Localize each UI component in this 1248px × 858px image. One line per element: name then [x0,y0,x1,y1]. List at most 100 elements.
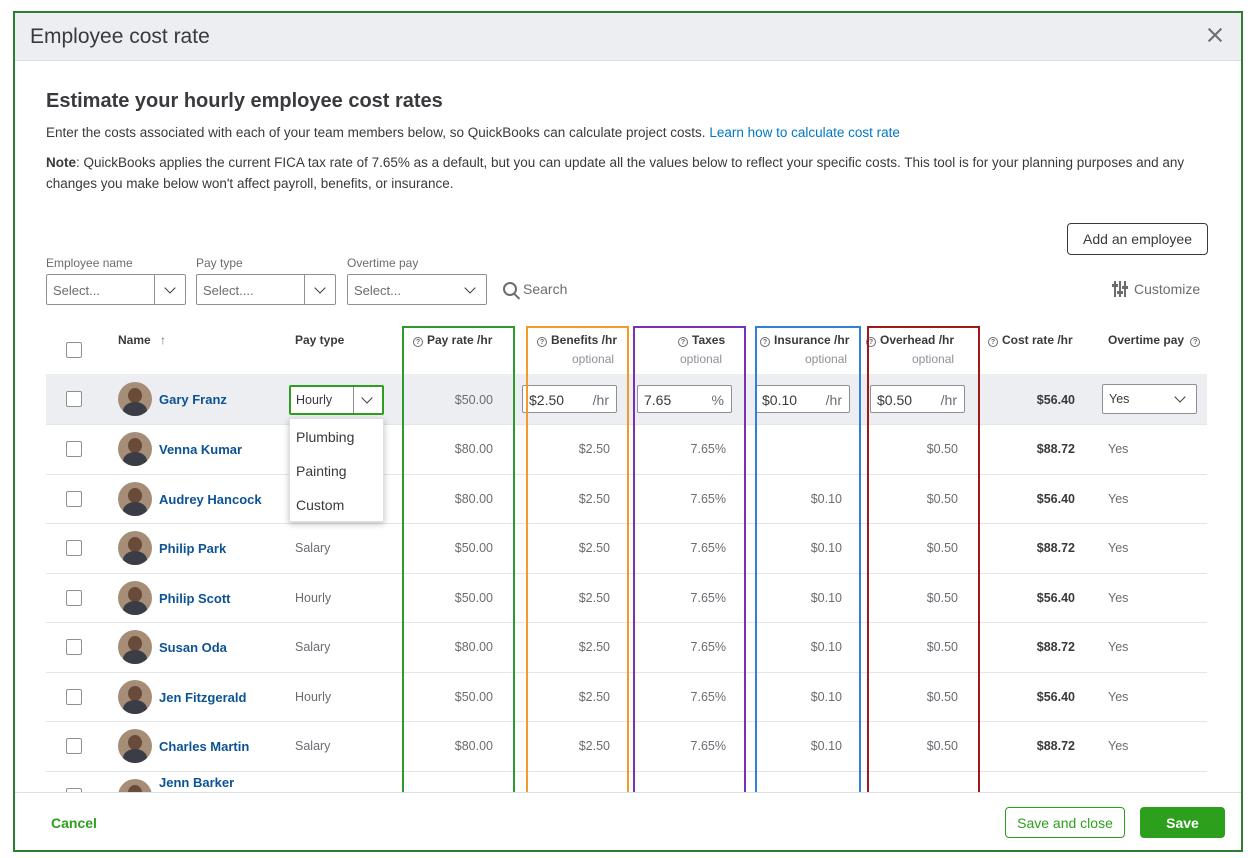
row-checkbox[interactable] [66,738,82,754]
cost-rate-value: $88.72 [1036,541,1075,555]
row-checkbox[interactable] [66,441,82,457]
employee-name-link[interactable]: Philip Scott [159,591,231,606]
overtime-value: Yes [1108,541,1129,555]
employee-name-link[interactable]: Jen Fitzgerald [159,690,246,705]
pay-type-menu-item-plumbing[interactable]: Plumbing [296,429,354,445]
cost-rate-value: $88.72 [1036,442,1075,456]
avatar [118,481,152,516]
modal-title: Employee cost rate [30,25,210,48]
overtime-value: Yes [1108,739,1129,753]
filter-label-pay-type: Pay type [196,256,243,270]
note-body: : QuickBooks applies the current FICA ta… [46,155,1185,191]
employee-name-filter-value: Select... [53,283,100,298]
save-and-close-button[interactable]: Save and close [1005,807,1125,838]
employee-name-link[interactable]: Charles Martin [159,739,249,754]
search-button[interactable]: Search [503,281,567,297]
row-checkbox[interactable] [66,639,82,655]
cost-rate-value: $56.40 [1036,689,1075,704]
modal-footer: Cancel Save and close Save [15,792,1241,850]
cost-rate-value: $88.72 [1036,640,1075,654]
row-checkbox[interactable] [66,589,82,606]
employee-name-link[interactable]: Susan Oda [159,640,227,655]
help-circle-icon[interactable]: ? [988,337,998,347]
page-heading: Estimate your hourly employee cost rates [46,90,443,112]
pay-type-value: Hourly [295,689,332,704]
cost-rate-value: $56.40 [1036,393,1075,407]
overtime-dropdown[interactable]: Yes [1102,384,1197,414]
pay-type-menu-item-painting[interactable]: Painting [296,463,347,479]
overtime-pay-filter[interactable]: Select... [347,274,487,305]
overtime-header-label: Overtime pay [1108,333,1185,347]
pay-type-menu: Plumbing Painting Custom [289,418,384,522]
employee-name-link[interactable]: Jenn Barker [159,775,234,790]
avatar [118,531,152,565]
modal-header: Employee cost rate [15,13,1241,61]
pay-type-value: Salary [295,739,331,753]
help-circle-icon[interactable]: ? [1190,337,1201,347]
customize-label: Customize [1134,281,1201,297]
overtime-value: Yes [1108,689,1129,704]
add-employee-button[interactable]: Add an employee [1067,223,1208,255]
pay-type-filter[interactable]: Select.... [196,274,336,305]
pay-type-menu-item-custom[interactable]: Custom [296,497,344,513]
sort-arrow-icon: ↑ [160,333,167,347]
taxes-column-highlight [633,326,746,794]
employee-name-filter[interactable]: Select... [46,274,186,305]
pay-type-filter-value: Select.... [203,283,254,298]
overtime-value: Yes [1108,640,1129,654]
column-header-overtime: Overtime pay ? [1108,333,1204,347]
avatar [118,630,152,664]
row-checkbox[interactable] [66,540,82,556]
filter-label-employee: Employee name [46,256,133,270]
column-header-cost-rate: ? Cost rate /hr [988,333,1073,347]
pay-rate-column-highlight [402,326,515,794]
pay-type-dropdown-toggle[interactable] [353,387,382,413]
customize-button[interactable]: Customize [1112,281,1200,297]
cost-rate-value: $56.40 [1036,491,1075,506]
employee-name-link[interactable]: Venna Kumar [159,442,242,457]
save-button[interactable]: Save [1140,807,1225,838]
learn-more-link[interactable]: Learn how to calculate cost rate [709,125,900,140]
pay-type-dropdown-value: Hourly [296,393,333,407]
employee-name-link[interactable]: Audrey Hancock [159,492,262,507]
name-header-label: Name [118,333,151,347]
chevron-down-icon [1174,391,1186,403]
chevron-down-icon [314,282,326,294]
chevron-down-icon [164,282,176,294]
close-icon[interactable] [1203,23,1227,47]
note-text: Note: QuickBooks applies the current FIC… [46,152,1216,194]
employee-name-link[interactable]: Gary Franz [159,392,227,407]
cancel-button[interactable]: Cancel [51,815,97,831]
overhead-column-highlight [867,326,980,794]
row-checkbox[interactable] [66,490,82,507]
sliders-icon [1112,281,1128,297]
row-checkbox[interactable] [66,391,82,407]
cost-rate-header-label: Cost rate /hr [1002,333,1073,347]
avatar [118,729,152,763]
pay-type-dropdown[interactable]: Hourly [289,385,384,415]
filter-label-overtime: Overtime pay [347,256,419,270]
pay-type-filter-toggle[interactable] [304,275,335,304]
pay-type-value: Salary [295,640,331,654]
avatar [118,679,152,714]
row-checkbox[interactable] [66,688,82,705]
employee-name-link[interactable]: Philip Park [159,541,226,556]
column-header-name[interactable]: Name ↑ [118,333,166,347]
intro-sentence: Enter the costs associated with each of … [46,125,706,140]
select-all-checkbox[interactable] [66,342,82,358]
avatar [118,580,152,615]
cost-rate-value: $88.72 [1036,739,1075,753]
insurance-column-highlight [755,326,861,794]
overtime-dropdown-value: Yes [1109,392,1130,406]
overtime-value: Yes [1108,442,1129,456]
pay-type-value: Salary [295,541,331,555]
overtime-value: Yes [1108,491,1129,506]
employee-name-filter-toggle[interactable] [154,275,185,304]
overtime-value: Yes [1108,590,1129,605]
intro-text: Enter the costs associated with each of … [46,125,900,140]
search-icon [503,282,517,296]
note-label: Note [46,155,76,170]
chevron-down-icon [361,392,373,404]
search-label: Search [523,281,568,297]
pay-type-value: Hourly [295,590,332,605]
